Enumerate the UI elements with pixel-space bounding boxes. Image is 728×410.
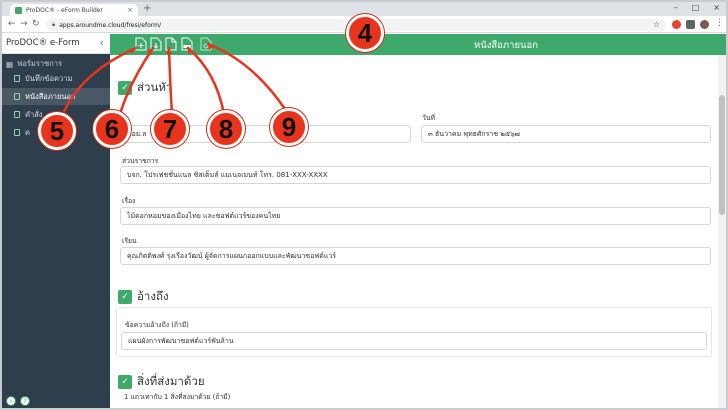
collapse-sidebar-icon[interactable]: ‹ bbox=[100, 36, 104, 49]
back-icon[interactable]: ← bbox=[8, 19, 16, 29]
download-document-icon[interactable] bbox=[150, 37, 162, 51]
sidebar: ProDOC® e-Form ‹ ▦ ฟอร์มราชการ บันทึกข้อ… bbox=[2, 34, 110, 408]
agency-field[interactable]: บจก. โปรเฟชชั่นแนล ซิสเต็มส์ แมเนจเมนท์ … bbox=[120, 166, 711, 184]
callout-8: 8 bbox=[207, 110, 245, 148]
document-icon bbox=[14, 111, 20, 118]
reference-label: ข้อความอ้างถึง (ถ้ามี) bbox=[125, 321, 189, 329]
maximize-icon[interactable]: □ bbox=[692, 3, 700, 12]
menu-dots-icon[interactable]: ⋮ bbox=[715, 18, 724, 28]
document-icon bbox=[14, 75, 20, 82]
subject-label: เรื่อง bbox=[122, 197, 136, 205]
url-text: apps.aroundme.cloud/fresi/eform/ bbox=[59, 21, 161, 29]
help-icon[interactable]: ? bbox=[20, 396, 30, 406]
browser-tab[interactable]: ProDOC® - eForm Builder × bbox=[10, 4, 138, 16]
check-icon: ✓ bbox=[118, 290, 132, 304]
scrollbar[interactable] bbox=[718, 55, 726, 408]
sidebar-footer: i ? bbox=[6, 396, 30, 406]
app-title: ProDOC® e-Form bbox=[6, 38, 80, 48]
minimize-icon[interactable]: – bbox=[674, 3, 678, 12]
date-label: วันที่ bbox=[422, 114, 435, 122]
forms-icon: ▦ bbox=[6, 59, 14, 69]
sidebar-section-government-forms[interactable]: ▦ ฟอร์มราชการ bbox=[6, 58, 62, 70]
forward-icon[interactable]: → bbox=[20, 19, 28, 29]
scrollbar-thumb[interactable] bbox=[719, 95, 725, 215]
sidebar-item-external-letter[interactable]: หนังสือภายนอก bbox=[2, 88, 110, 105]
bookmark-star-icon[interactable]: ☆ bbox=[653, 20, 660, 29]
to-field[interactable]: คุณภิตติพงศ์ รุ่งเรืองวัฒน์ ผู้จัดการแผน… bbox=[120, 247, 711, 265]
reference-field[interactable]: แผนผังการพัฒนาซอฟต์แวร์พันล้าน bbox=[121, 332, 707, 350]
callout-4: 4 bbox=[346, 14, 384, 52]
new-document-icon[interactable] bbox=[135, 37, 147, 51]
profile-avatar[interactable] bbox=[700, 20, 709, 29]
sidebar-header: ProDOC® e-Form ‹ bbox=[2, 34, 110, 54]
sidebar-item-memo[interactable]: บันทึกข้อความ bbox=[2, 70, 110, 87]
callout-6: 6 bbox=[93, 110, 131, 148]
check-icon: ✓ bbox=[118, 375, 132, 389]
callout-5: 5 bbox=[38, 112, 76, 150]
reference-card: ข้อความอ้างถึง (ถ้ามี) แผนผังการพัฒนาซอฟ… bbox=[116, 307, 712, 357]
section-reference-heading[interactable]: ✓ อ้างถึง bbox=[118, 288, 169, 306]
puzzle-icon[interactable] bbox=[686, 20, 695, 29]
section-title: อ้างถึง bbox=[137, 289, 169, 303]
sidebar-item-label: ค bbox=[25, 127, 31, 137]
lock-icon: 🔒︎ bbox=[52, 21, 56, 28]
document-title: หนังสือภายนอก bbox=[473, 40, 538, 51]
form-main: ✓ ส่วนหัว พอย.ล วันที่ ๓ ธันวาคม พุทธศัก… bbox=[110, 55, 718, 408]
sidebar-item-label: หนังสือภายนอก bbox=[25, 91, 76, 101]
extension-icon[interactable] bbox=[672, 20, 681, 29]
blank-document-icon[interactable] bbox=[165, 37, 177, 51]
attachments-note: 1 แถวเท่ากับ 1 สิ่งที่ส่งมาด้วย (ถ้ามี) bbox=[124, 393, 231, 401]
sidebar-section-label: ฟอร์มราชการ bbox=[17, 59, 62, 68]
window-controls: – □ × bbox=[674, 3, 720, 12]
pdf-document-icon[interactable] bbox=[200, 37, 212, 51]
new-tab-icon[interactable]: + bbox=[143, 3, 151, 14]
reload-icon[interactable]: ↻ bbox=[32, 19, 40, 29]
callout-9: 9 bbox=[270, 108, 308, 146]
subject-field[interactable]: ไม้ดอกหอมของเมืองไทย และซอฟต์แวร์ของคนไท… bbox=[120, 207, 711, 225]
tab-title: ProDOC® - eForm Builder bbox=[26, 6, 103, 14]
section-attachments-heading[interactable]: ✓ สิ่งที่ส่งมาด้วย bbox=[118, 373, 205, 391]
check-icon: ✓ bbox=[118, 81, 132, 95]
document-icon bbox=[14, 129, 20, 136]
section-title: ส่วนหัว bbox=[137, 80, 173, 94]
tab-close-icon[interactable]: × bbox=[127, 6, 133, 14]
favicon-icon bbox=[15, 6, 22, 14]
to-label: เรียน bbox=[122, 237, 137, 245]
date-field[interactable]: ๓ ธันวาคม พุทธศักราช ๒๕๖๗ bbox=[421, 125, 711, 143]
info-icon[interactable]: i bbox=[6, 396, 16, 406]
document-toolbar: หนังสือภายนอก bbox=[110, 34, 726, 55]
export-jpg-icon[interactable] bbox=[181, 37, 193, 51]
screenshot-frame: ProDOC® - eForm Builder × + – □ × ← → ↻ … bbox=[0, 0, 728, 410]
close-window-icon[interactable]: × bbox=[713, 3, 720, 12]
sidebar-item-label: บันทึกข้อความ bbox=[25, 73, 73, 83]
document-icon bbox=[14, 93, 20, 100]
callout-7: 7 bbox=[151, 110, 189, 148]
section-title: สิ่งที่ส่งมาด้วย bbox=[137, 374, 205, 388]
sidebar-item-label: คำสั่ง bbox=[25, 109, 43, 119]
agency-label: ส่วนราชการ bbox=[122, 157, 159, 165]
section-header-heading[interactable]: ✓ ส่วนหัว bbox=[118, 79, 172, 97]
